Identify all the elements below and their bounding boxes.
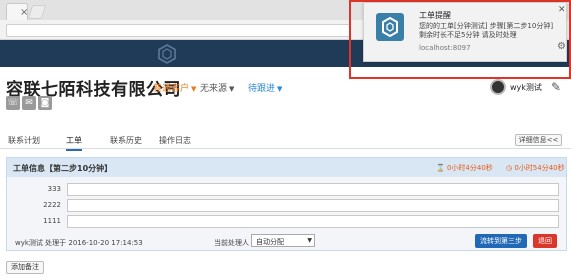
field-label: 333 — [47, 185, 61, 193]
ticket-field-row: 2222 — [7, 199, 566, 212]
avatar — [490, 79, 506, 95]
new-tab-button[interactable] — [27, 5, 47, 19]
reject-button[interactable]: 退回 — [533, 234, 557, 248]
tab-contact-history[interactable]: 联系历史 — [110, 135, 142, 146]
tab-contact-plan[interactable]: 联系计划 — [8, 135, 40, 146]
notification-host: localhost:8097 — [419, 44, 471, 52]
tab-bar: 联系计划 工单 联系历史 操作日志 — [0, 133, 571, 151]
page: × 容联七陌科技有限公司 普通客户 ▼ 无来源 ▼ 待跟进 ▼ ☏ ✉ ◙ wyk测试… — [0, 0, 571, 280]
clock-icon: ◷ — [506, 164, 513, 172]
tab-ticket[interactable]: 工单 — [66, 135, 82, 151]
timer-step: ⌛ 0小时4分40秒 — [436, 163, 493, 173]
ticket-field-row: 1111 — [7, 215, 566, 228]
status-dropdown[interactable]: 待跟进 ▼ — [248, 81, 282, 94]
field-input-333[interactable] — [67, 183, 559, 196]
ticket-field-row: 333 — [7, 183, 566, 196]
ticket-title: 工单信息【第二步10分钟】 — [13, 164, 113, 173]
address-bar[interactable] — [6, 24, 351, 37]
timer-total-value: 0小时54分40秒 — [514, 164, 565, 172]
chevron-down-icon: ▼ — [191, 85, 197, 93]
notification-line-2: 剩余时长不足5分钟 请及时处理 — [419, 31, 517, 39]
field-label: 1111 — [43, 217, 61, 225]
handler-label: 当前处理人 — [214, 239, 249, 247]
gear-icon[interactable]: ⚙ — [557, 41, 566, 52]
user-name: wyk测试 — [510, 83, 542, 92]
source-dropdown[interactable]: 无来源 ▼ — [200, 81, 234, 94]
next-step-button[interactable]: 流转到第三步 — [475, 234, 527, 248]
notification-body: 您的的工单[分钟测试] 步骤[第二步10分钟] 剩余时长不足5分钟 请及时处理 — [419, 22, 553, 40]
hourglass-icon: ⌛ — [436, 164, 445, 172]
handler-select-value: 自动分配 — [256, 238, 284, 246]
status-value: 待跟进 — [248, 84, 276, 94]
ticket-panel-body: 333 2222 1111 wyk测试 处理于 2016-10-20 17:14… — [7, 177, 566, 250]
phone-icon[interactable]: ☏ — [6, 96, 20, 110]
timer-step-value: 0小时4分40秒 — [446, 164, 493, 172]
field-label: 2222 — [43, 201, 61, 209]
browser-tab[interactable]: × — [6, 3, 28, 20]
notification-title: 工单提醒 — [419, 11, 451, 20]
field-input-2222[interactable] — [67, 199, 559, 212]
timer-total: ◷ 0小时54分40秒 — [506, 163, 565, 173]
edit-icon[interactable]: ✎ — [551, 80, 561, 94]
customer-type-dropdown[interactable]: 普通客户 ▼ — [153, 81, 196, 94]
hexagon-icon — [382, 16, 398, 38]
logo-icon — [158, 44, 176, 64]
notification-line-1: 您的的工单[分钟测试] 步骤[第二步10分钟] — [419, 22, 554, 30]
ticket-panel-header: 工单信息【第二步10分钟】 ⌛ 0小时4分40秒 ◷ 0小时54分40秒 — [7, 158, 566, 177]
chat-icon[interactable]: ◙ — [38, 96, 52, 110]
handler-select[interactable]: 自动分配 ▼ — [251, 234, 315, 247]
ticket-panel: 工单信息【第二步10分钟】 ⌛ 0小时4分40秒 ◷ 0小时54分40秒 333… — [6, 157, 567, 251]
source-value: 无来源 — [200, 84, 228, 94]
add-note-button[interactable]: 添加备注 — [6, 261, 44, 274]
chevron-down-icon: ▼ — [229, 85, 235, 93]
close-icon[interactable]: ✕ — [558, 5, 566, 15]
customer-type-value: 普通客户 — [153, 84, 190, 94]
tab-operation-log[interactable]: 操作日志 — [159, 135, 191, 146]
field-input-1111[interactable] — [67, 215, 559, 228]
detail-info-button[interactable]: 详细信息<< — [515, 134, 562, 146]
mail-icon[interactable]: ✉ — [22, 96, 36, 110]
chevron-down-icon: ▼ — [307, 237, 312, 244]
chevron-down-icon: ▼ — [277, 85, 283, 93]
processed-info: wyk测试 处理于 2016-10-20 17:14:53 — [15, 239, 143, 247]
desktop-notification[interactable]: 工单提醒 您的的工单[分钟测试] 步骤[第二步10分钟] 剩余时长不足5分钟 请… — [363, 2, 567, 62]
app-icon — [376, 13, 404, 41]
close-icon[interactable]: × — [20, 7, 28, 18]
